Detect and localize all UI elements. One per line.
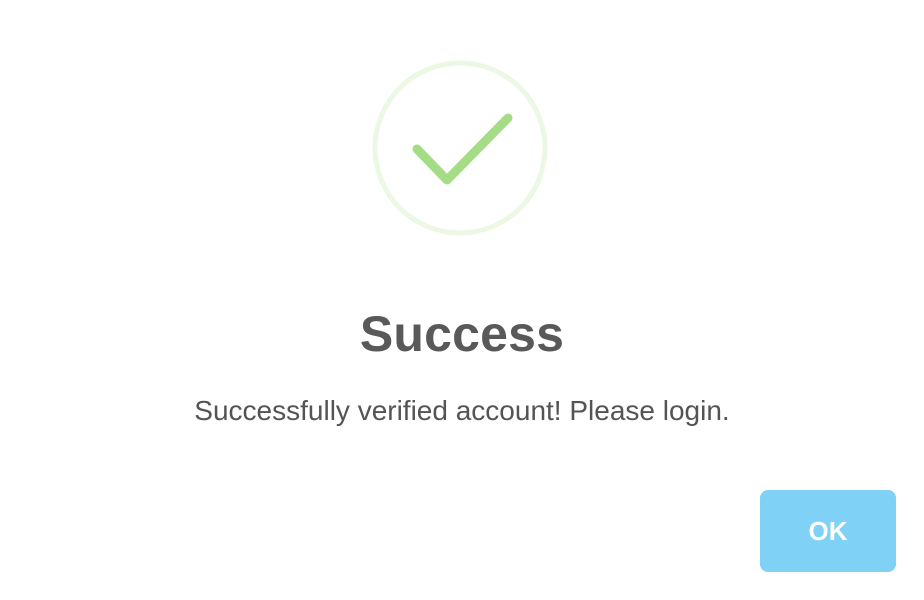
dialog-message: Successfully verified account! Please lo…: [194, 395, 730, 426]
success-check-icon: [372, 60, 548, 236]
success-dialog: Success Successfully verified account! P…: [0, 0, 924, 600]
checkmark: [412, 113, 513, 185]
ok-button[interactable]: OK: [760, 490, 896, 572]
success-ring: [372, 60, 548, 236]
dialog-title: Success: [359, 306, 565, 362]
